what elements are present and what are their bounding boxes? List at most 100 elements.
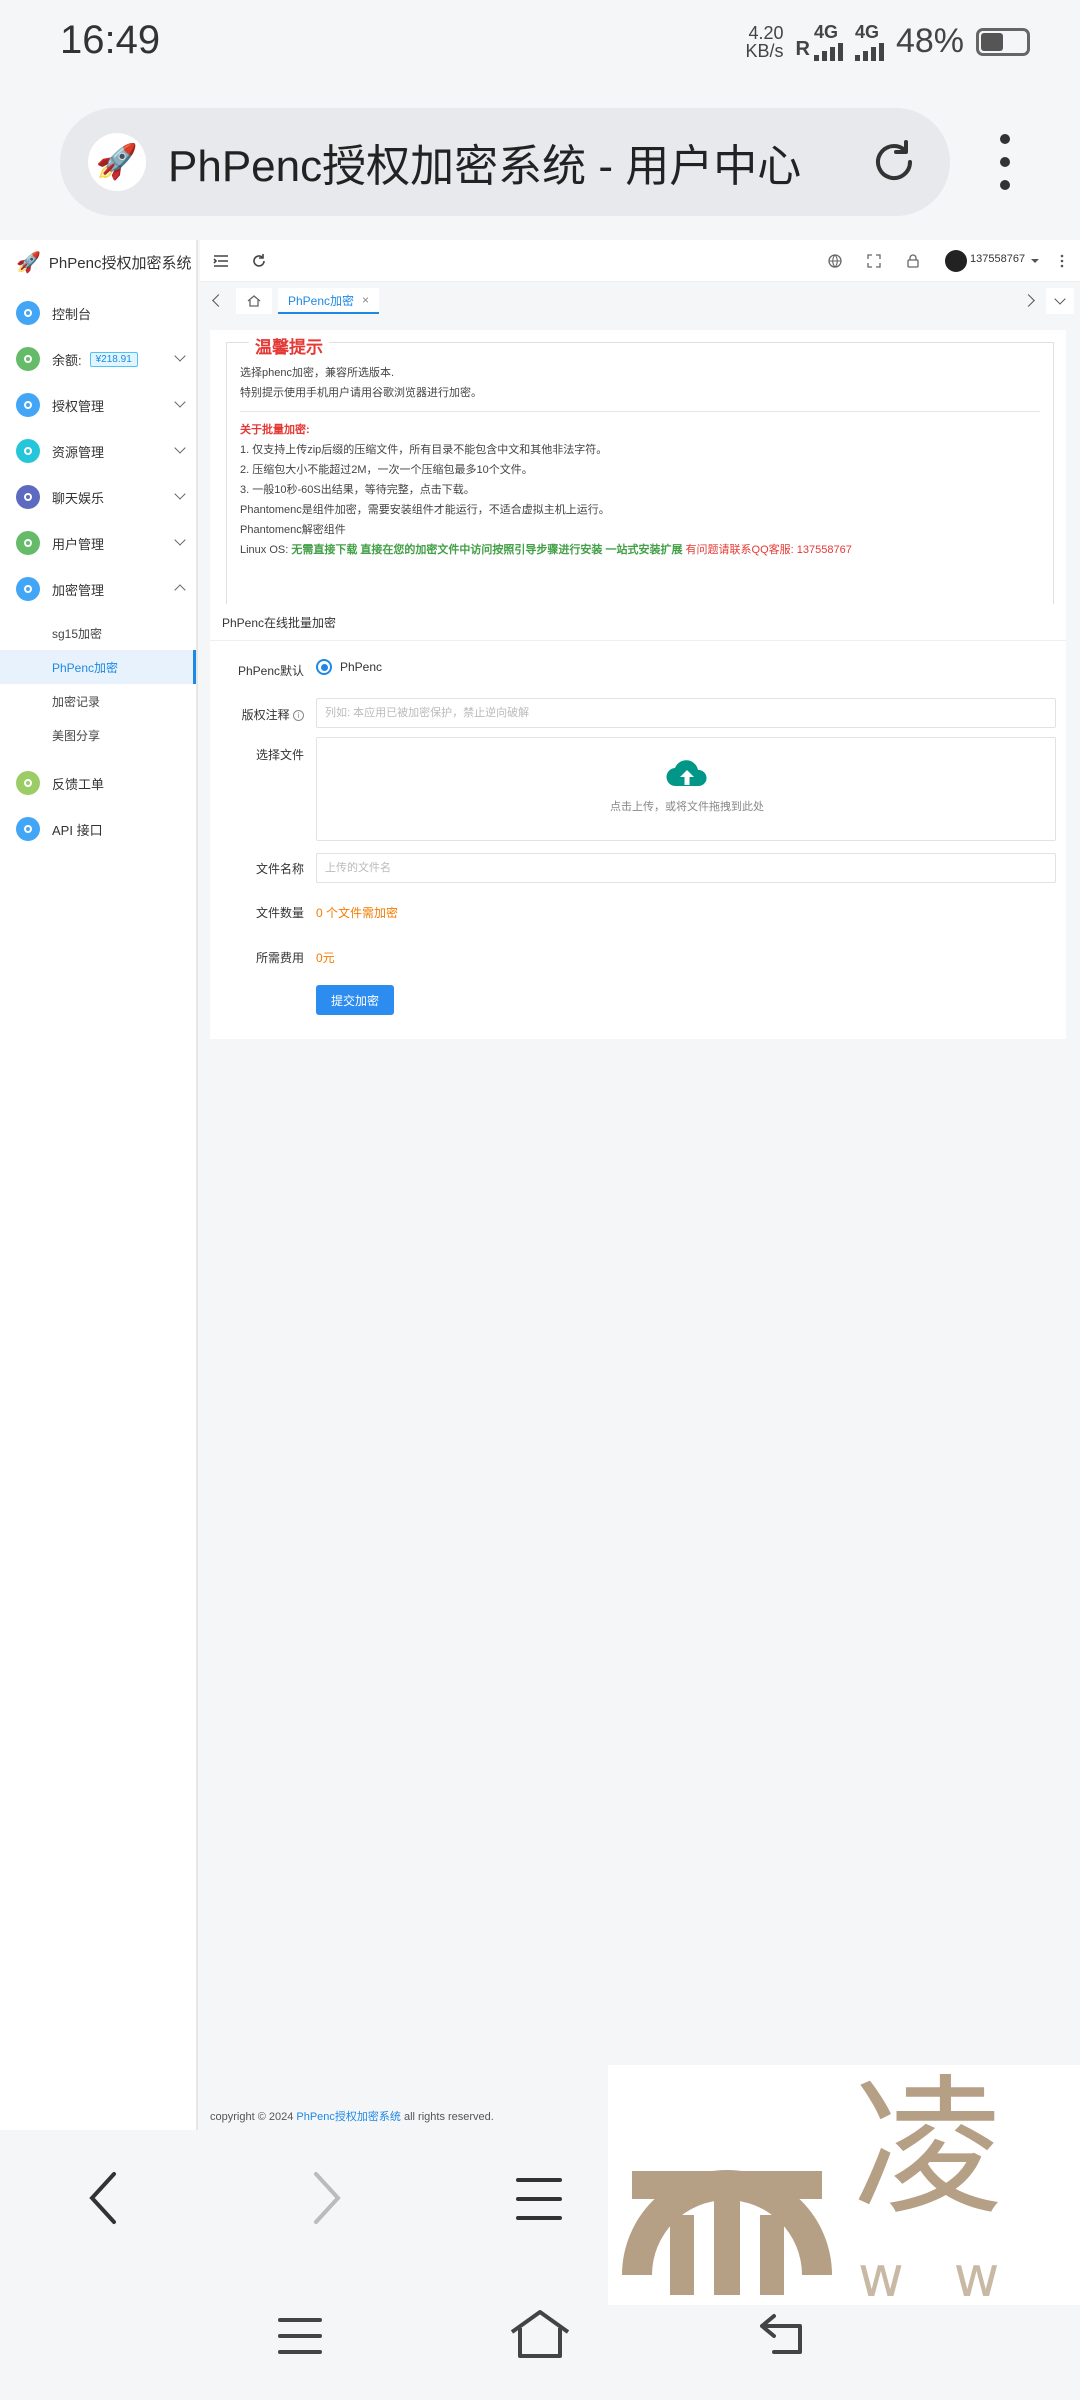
linux-label: Linux OS: — [240, 544, 292, 556]
dashboard-icon — [16, 301, 40, 325]
signal-icon-2: 4G — [854, 22, 884, 61]
api-icon — [16, 817, 40, 841]
upload-hint: 点击上传，或将文件拖拽到此处 — [610, 801, 764, 813]
user-name[interactable]: 137558767 — [970, 253, 1025, 265]
back-icon[interactable] — [88, 2170, 118, 2226]
chevron-down-icon — [174, 350, 186, 362]
chevron-down-icon — [174, 396, 186, 408]
submit-encrypt-button[interactable]: 提交加密 — [316, 985, 394, 1015]
file-count: 0 个文件需加密 — [316, 906, 399, 920]
roaming-indicator: R — [795, 38, 810, 60]
info-icon[interactable]: i — [293, 710, 304, 722]
app-name: PhPenc授权加密系统 — [48, 254, 192, 272]
network-speed-unit: KB/s — [745, 40, 784, 61]
tab-menu-button[interactable] — [1046, 288, 1074, 314]
sidebar-item-resources[interactable]: 资源管理 — [0, 428, 196, 474]
sidebar-item-feedback[interactable]: 反馈工单 — [0, 760, 196, 806]
sidebar-item-users[interactable]: 用户管理 — [0, 520, 196, 566]
sidebar-item-api[interactable]: API 接口 — [0, 806, 196, 852]
radio-checked-icon — [316, 659, 332, 675]
notice-line: 2. 压缩包大小不能超过2M，一次一个压缩包最多10个文件。 — [240, 464, 533, 476]
globe-icon[interactable] — [826, 252, 844, 270]
network-type: 4G — [813, 22, 838, 42]
feedback-icon — [16, 771, 40, 795]
sidebar-item-license[interactable]: 授权管理 — [0, 382, 196, 428]
sidebar-item-label: 用户管理 — [52, 536, 105, 552]
fee-value: 0元 — [316, 951, 335, 965]
forward-icon[interactable] — [312, 2170, 342, 2226]
home-icon[interactable] — [508, 2308, 572, 2360]
network-speed: 4.20 KB/s — [745, 24, 783, 60]
filename-input[interactable] — [316, 853, 1056, 883]
sidebar-subitem-phpenc[interactable]: PhPenc加密 — [0, 650, 196, 684]
chevron-down-icon — [1054, 293, 1066, 305]
chevron-down-icon — [174, 488, 186, 500]
rocket-icon: 🚀 — [16, 251, 41, 274]
sidebar-item-encryption[interactable]: 加密管理 — [0, 566, 196, 612]
sidebar-item-chat[interactable]: 聊天娱乐 — [0, 474, 196, 520]
copyright-label: 版权注释 i — [210, 706, 304, 723]
close-icon[interactable]: × — [362, 293, 369, 307]
notice-line: 特别提示使用手机用户请用谷歌浏览器进行加密。 — [240, 387, 482, 399]
address-bar[interactable]: 🚀 PhPenc授权加密系统 - 用户中心 — [60, 108, 950, 216]
watermark: 凌 w w w — [608, 2065, 1080, 2305]
tab-scroll-left-icon[interactable] — [212, 294, 225, 307]
tab-home[interactable] — [236, 288, 272, 314]
tab-scroll-right-icon[interactable] — [1022, 294, 1035, 307]
battery-icon — [976, 27, 1030, 56]
system-back-icon[interactable] — [756, 2310, 812, 2358]
footer-prefix: copyright © 2024 — [210, 2111, 297, 2123]
menu-toggle-icon[interactable] — [212, 252, 230, 270]
copyright-label-text: 版权注释 — [241, 708, 290, 722]
chevron-down-icon — [174, 442, 186, 454]
sidebar-subitem-sg15[interactable]: sg15加密 — [0, 616, 196, 650]
top-toolbar: 137558767 — [200, 240, 1080, 282]
sidebar-subitem-records[interactable]: 加密记录 — [0, 684, 196, 718]
sidebar-item-label: 余额: — [52, 352, 82, 368]
watermark-logo — [622, 2170, 832, 2295]
upload-dropzone[interactable]: 点击上传，或将文件拖拽到此处 — [316, 737, 1056, 841]
notice-line: 3. 一般10秒-60S出结果，等待完整，点击下载。 — [240, 484, 475, 496]
app-frame: 🚀 PhPenc授权加密系统 控制台 余额: ¥218.91 授权管理 资源管理… — [0, 240, 1080, 2130]
encrypt-form-card: PhPenc在线批量加密 PhPenc默认 PhPenc 版权注释 i 选择文件… — [210, 604, 1066, 1039]
balance-badge: ¥218.91 — [89, 351, 138, 367]
notice-line: Phantomenc解密组件 — [240, 524, 346, 536]
sidebar-item-label: 加密管理 — [52, 582, 105, 598]
copyright-input[interactable] — [316, 698, 1056, 728]
browser-menu-icon[interactable] — [995, 134, 1015, 190]
tab-phpenc[interactable]: PhPenc加密 × — [278, 288, 380, 314]
watermark-www: w w w — [858, 2245, 1016, 2305]
status-indicators: 4.20 KB/s R 4G 4G 48% — [745, 22, 1030, 61]
phpenc-radio[interactable]: PhPenc — [316, 659, 382, 675]
sidebar-item-label: 反馈工单 — [52, 776, 105, 792]
reload-icon[interactable] — [868, 136, 920, 188]
tab-label: PhPenc加密 — [288, 293, 355, 308]
tab-bar: PhPenc加密 × — [200, 282, 1080, 320]
tabs-menu-icon[interactable] — [514, 2174, 564, 2224]
cloud-upload-icon — [666, 760, 707, 787]
sidebar: 🚀 PhPenc授权加密系统 控制台 余额: ¥218.91 授权管理 资源管理… — [0, 240, 198, 2130]
notice-line: 1. 仅支持上传zip后缀的压缩文件，所有目录不能包含中文和其他非法字符。 — [240, 444, 608, 456]
refresh-icon[interactable] — [250, 252, 268, 270]
sidebar-subitem-gallery[interactable]: 美图分享 — [0, 718, 196, 752]
sidebar-item-label: 控制台 — [52, 306, 92, 322]
status-bar: 16:49 4.20 KB/s R 4G 4G 48% — [0, 0, 1080, 88]
home-icon — [247, 295, 261, 307]
lock-screen-icon[interactable] — [904, 252, 922, 270]
more-icon[interactable] — [1053, 252, 1071, 270]
divider — [210, 640, 1066, 641]
avatar[interactable] — [945, 250, 967, 272]
footer-link[interactable]: PhPenc授权加密系统 — [296, 2111, 401, 2123]
linux-install-link[interactable]: 无需直接下载 直接在您的加密文件中访问按照引导步骤进行安装 一站式安装扩展 — [291, 544, 682, 556]
fullscreen-icon[interactable] — [865, 252, 883, 270]
caret-down-icon[interactable] — [1026, 252, 1044, 270]
recent-apps-icon[interactable] — [276, 2316, 324, 2356]
form-title: PhPenc在线批量加密 — [222, 616, 337, 630]
sidebar-item-label: API 接口 — [52, 822, 103, 838]
app-logo[interactable]: 🚀 PhPenc授权加密系统 — [0, 240, 196, 284]
chat-icon — [16, 485, 40, 509]
sidebar-item-dashboard[interactable]: 控制台 — [0, 290, 196, 336]
sidebar-item-balance[interactable]: 余额: ¥218.91 — [0, 336, 196, 382]
signal-icon: R 4G — [795, 22, 843, 61]
footer: copyright © 2024 PhPenc授权加密系统 all rights… — [210, 2108, 494, 2124]
